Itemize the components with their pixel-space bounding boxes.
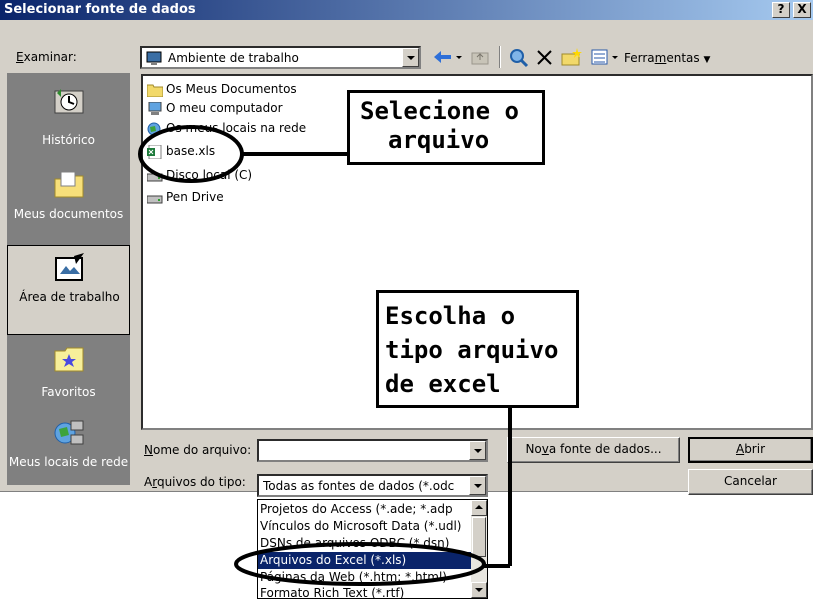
network-icon — [147, 122, 161, 135]
place-network[interactable]: Meus locais de rede — [7, 411, 130, 501]
search-web-icon[interactable] — [508, 46, 530, 68]
look-in-combo[interactable]: Ambiente de trabalho — [140, 46, 421, 69]
filetype-label: Arquivos do tipo: — [144, 475, 246, 489]
list-item[interactable]: base.xls — [147, 144, 215, 162]
filename-dropdown-button[interactable] — [469, 441, 486, 460]
scroll-up-button[interactable] — [471, 500, 487, 516]
place-label: Meus locais de rede — [8, 455, 129, 469]
filetype-option[interactable]: Páginas da Web (*.htm; *.html) — [258, 569, 472, 586]
callout-choose-type: Escolha o tipo arquivo de excel — [376, 290, 579, 408]
filetype-dropdown-button[interactable] — [469, 476, 486, 495]
favorites-icon — [54, 347, 84, 372]
list-item[interactable]: Disco local (C) — [147, 168, 252, 186]
select-data-source-dialog: Selecionar fonte de dados ? X Examinar: … — [0, 0, 813, 497]
look-in-dropdown-button[interactable] — [402, 48, 419, 67]
views-dropdown-icon[interactable] — [611, 46, 621, 68]
excel-file-icon — [147, 144, 162, 159]
filetype-value: Todas as fontes de dados (*.odc — [263, 479, 455, 493]
title-bar[interactable]: Selecionar fonte de dados ? X — [0, 0, 813, 20]
up-folder-icon[interactable] — [470, 46, 492, 68]
help-button[interactable]: ? — [772, 2, 790, 18]
toolbar-separator — [499, 46, 501, 68]
place-label: Favoritos — [41, 385, 96, 399]
look-in-label: Examinar: — [16, 50, 77, 64]
filetype-option[interactable]: Vínculos do Microsoft Data (*.udl) — [258, 518, 472, 535]
list-item[interactable]: Os meus locais na rede — [147, 121, 306, 139]
new-folder-icon[interactable] — [560, 46, 584, 68]
filetype-option-excel[interactable]: Arquivos do Excel (*.xls) — [258, 552, 472, 569]
new-data-source-button[interactable]: Nova fonte de dados... — [507, 437, 680, 463]
drive-icon — [147, 195, 163, 203]
filename-label: Nome do arquivo: — [144, 443, 252, 457]
place-label: Histórico — [42, 133, 95, 147]
cancel-button[interactable]: Cancelar — [688, 469, 813, 495]
callout-line: Escolha o — [385, 302, 516, 330]
callout-select-file: Selecione o arquivo — [347, 90, 545, 165]
list-item[interactable]: Pen Drive — [147, 190, 224, 208]
callout-line: arquivo — [388, 126, 490, 154]
place-desktop[interactable]: Área de trabalho — [7, 245, 130, 335]
filetype-option[interactable]: Formato Rich Text (*.rtf) — [258, 585, 472, 599]
dialog-title: Selecionar fonte de dados — [4, 2, 196, 17]
filetype-option[interactable]: DSNs de arquivos ODBC (*.dsn) — [258, 535, 472, 552]
network-places-icon — [54, 420, 84, 445]
scroll-thumb[interactable] — [472, 517, 486, 557]
place-my-documents[interactable]: Meus documentos — [7, 163, 130, 253]
callout-line: Selecione o — [360, 97, 519, 125]
tools-dropdown-icon: ▼ — [703, 55, 711, 65]
callout-line: tipo arquivo — [385, 336, 559, 364]
open-button[interactable]: Abrir — [688, 437, 813, 463]
list-item[interactable]: O meu computador — [147, 101, 283, 119]
dropdown-scrollbar[interactable] — [471, 500, 487, 598]
places-bar: Histórico Meus documentos Área de trabal… — [7, 73, 130, 485]
callout-line: de excel — [385, 370, 501, 398]
place-history[interactable]: Histórico — [7, 79, 130, 169]
delete-icon[interactable] — [534, 46, 556, 68]
history-icon — [54, 89, 84, 114]
my-documents-icon — [54, 171, 84, 198]
filetype-dropdown-list[interactable]: Projetos do Access (*.ade; *.adp Vínculo… — [257, 499, 488, 599]
place-label: Meus documentos — [13, 207, 124, 221]
computer-icon — [148, 101, 162, 115]
list-item[interactable]: Os Meus Documentos — [147, 82, 297, 100]
scroll-down-button[interactable] — [471, 582, 487, 598]
folder-icon — [147, 84, 163, 97]
back-icon[interactable] — [430, 46, 456, 68]
desktop-icon — [55, 253, 84, 281]
look-in-value: Ambiente de trabalho — [168, 51, 299, 65]
filename-input[interactable] — [257, 439, 488, 462]
views-icon[interactable] — [589, 46, 611, 68]
tools-menu[interactable]: Ferramentas ▼ — [624, 51, 710, 65]
desktop-small-icon — [146, 51, 162, 65]
drive-icon — [147, 173, 163, 181]
filetype-option[interactable]: Projetos do Access (*.ade; *.adp — [258, 501, 472, 518]
close-button[interactable]: X — [793, 2, 811, 18]
filetype-combo[interactable]: Todas as fontes de dados (*.odc — [257, 474, 488, 497]
back-dropdown-icon[interactable] — [455, 46, 465, 68]
place-label: Área de trabalho — [19, 290, 120, 304]
